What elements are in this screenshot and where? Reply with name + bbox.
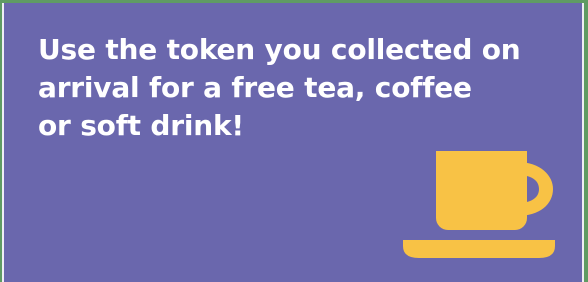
- message-line-2: arrival for a free tea, coffee: [38, 71, 472, 104]
- drink-token-sign: Use the token you collected on arrival f…: [2, 3, 584, 282]
- message-line-3: or soft drink!: [38, 109, 244, 142]
- coffee-cup-icon: [403, 151, 555, 258]
- message-line-1: Use the token you collected on: [38, 33, 521, 66]
- saucer-shape: [403, 240, 555, 258]
- cup-body-top-shape: [436, 151, 527, 169]
- drink-token-message: Use the token you collected on arrival f…: [38, 31, 558, 145]
